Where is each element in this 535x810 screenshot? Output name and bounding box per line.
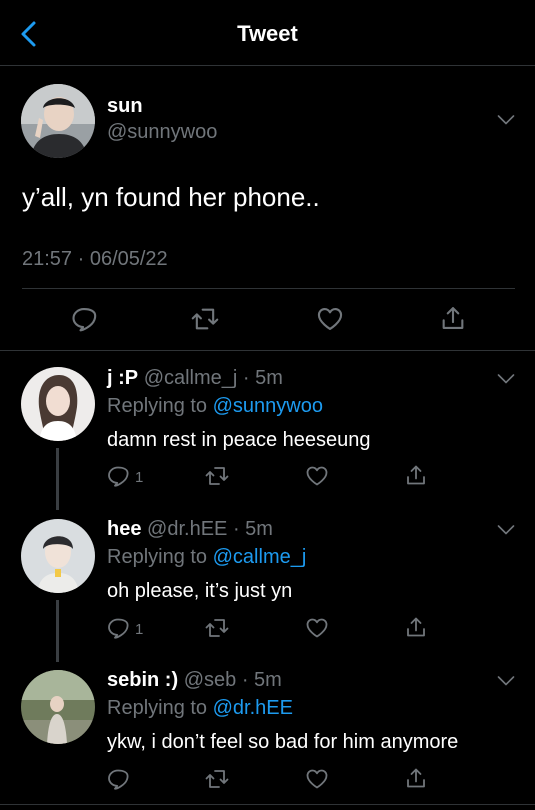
tweet-text: y’all, yn found her phone.. [22,182,320,212]
reply-icon[interactable] [106,464,130,488]
like-icon[interactable] [304,616,330,640]
share-icon[interactable] [439,304,467,332]
divider [0,804,535,805]
reply-count: 1 [135,621,144,638]
reply-time: · 5m [242,367,283,389]
like-icon[interactable] [315,305,345,333]
avatar[interactable] [21,670,95,744]
tweet-timestamp: 21:57 · 06/05/22 [22,248,168,270]
reply-icon[interactable] [70,305,98,333]
avatar[interactable] [21,367,95,441]
page-title: Tweet [237,21,298,46]
reply-count: 1 [135,469,144,486]
share-icon[interactable] [404,766,428,790]
share-icon[interactable] [404,463,428,487]
mention-link[interactable]: @dr.hEE [213,697,293,719]
reply-author-handle[interactable]: @callme_j [144,367,238,389]
reply-time: · 5m [232,518,273,540]
mention-link[interactable]: @callme_j [213,546,307,568]
replying-to-label: Replying to [107,546,208,568]
chevron-down-icon[interactable] [497,523,515,535]
reply-icon[interactable] [106,767,130,791]
avatar[interactable] [21,519,95,593]
replying-to: Replying to @callme_j [107,546,306,569]
retweet-icon[interactable] [204,464,230,488]
like-icon[interactable] [304,767,330,791]
chevron-down-icon[interactable] [497,372,515,384]
replying-to-label: Replying to [107,395,208,417]
reply-icon[interactable] [106,616,130,640]
replying-to-label: Replying to [107,697,208,719]
reply-text: ykw, i don’t feel so bad for him anymore [107,731,459,753]
reply-header: j :P @callme_j · 5m [107,367,283,390]
replying-to: Replying to @dr.hEE [107,697,293,720]
retweet-icon[interactable] [190,305,220,333]
reply-time: · 5m [241,669,282,691]
avatar[interactable] [21,84,95,158]
thread-line [56,600,59,662]
replying-to: Replying to @sunnywoo [107,395,323,418]
chevron-down-icon[interactable] [497,674,515,686]
reply-author-name[interactable]: sebin :) [107,669,178,691]
reply-header: sebin :) @seb · 5m [107,669,282,692]
reply-header: hee @dr.hEE · 5m [107,518,273,541]
divider [22,288,515,289]
top-bar: Tweet [0,0,535,66]
reply-author-name[interactable]: hee [107,518,141,540]
author-handle[interactable]: @sunnywoo [107,121,217,144]
reply-author-handle[interactable]: @dr.hEE [147,518,227,540]
author-name[interactable]: sun [107,95,143,118]
reply-text: damn rest in peace heeseung [107,429,371,451]
chevron-down-icon[interactable] [497,113,515,125]
reply-author-handle[interactable]: @seb [184,669,237,691]
share-icon[interactable] [404,615,428,639]
mention-link[interactable]: @sunnywoo [213,395,323,417]
thread-line [56,448,59,510]
reply-author-name[interactable]: j :P [107,367,138,389]
retweet-icon[interactable] [204,616,230,640]
retweet-icon[interactable] [204,767,230,791]
like-icon[interactable] [304,464,330,488]
divider [0,350,535,351]
reply-text: oh please, it’s just yn [107,580,293,602]
